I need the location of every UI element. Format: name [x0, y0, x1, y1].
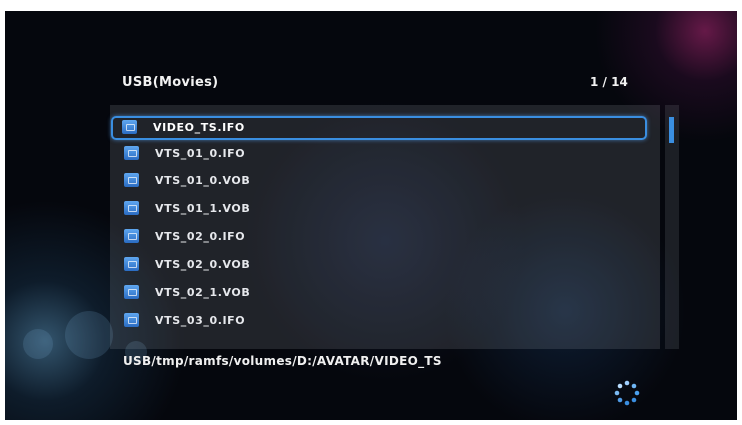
file-list-item[interactable]: VTS_01_0.IFO: [113, 143, 643, 165]
video-file-icon: [122, 120, 137, 134]
background-bokeh: [65, 311, 113, 359]
video-file-icon: [124, 229, 139, 243]
page-title: USB(Movies): [122, 75, 219, 90]
current-path: USB/tmp/ramfs/volumes/D:/AVATAR/VIDEO_TS: [123, 354, 442, 368]
file-name: VTS_02_0.VOB: [155, 258, 251, 271]
video-file-icon: [124, 173, 139, 187]
file-name: VTS_01_0.IFO: [155, 147, 246, 160]
file-name: VTS_02_1.VOB: [155, 286, 251, 299]
scrollbar-thumb[interactable]: [669, 117, 674, 143]
file-list-item[interactable]: VTS_03_0.IFO: [113, 310, 643, 332]
video-file-icon: [124, 313, 139, 327]
file-list-item[interactable]: VTS_01_1.VOB: [113, 198, 643, 220]
scrollbar[interactable]: [665, 105, 679, 349]
loading-spinner-icon: [614, 380, 640, 406]
file-name: VTS_01_0.VOB: [155, 174, 251, 187]
video-file-icon: [124, 285, 139, 299]
file-list-item[interactable]: VTS_02_0.VOB: [113, 254, 643, 276]
file-name: VIDEO_TS.IFO: [153, 121, 245, 134]
video-file-icon: [124, 201, 139, 215]
file-list-item[interactable]: VTS_02_0.IFO: [113, 226, 643, 248]
video-file-icon: [124, 146, 139, 160]
page-indicator: 1 / 14: [590, 75, 628, 89]
file-list-item[interactable]: VTS_02_1.VOB: [113, 282, 643, 304]
video-file-icon: [124, 257, 139, 271]
file-name: VTS_01_1.VOB: [155, 202, 251, 215]
file-name: VTS_02_0.IFO: [155, 230, 246, 243]
file-name: VTS_03_0.IFO: [155, 314, 246, 327]
file-list-item[interactable]: VTS_01_0.VOB: [113, 170, 643, 192]
file-list-item[interactable]: VIDEO_TS.IFO: [111, 116, 647, 140]
background-bokeh: [23, 329, 53, 359]
